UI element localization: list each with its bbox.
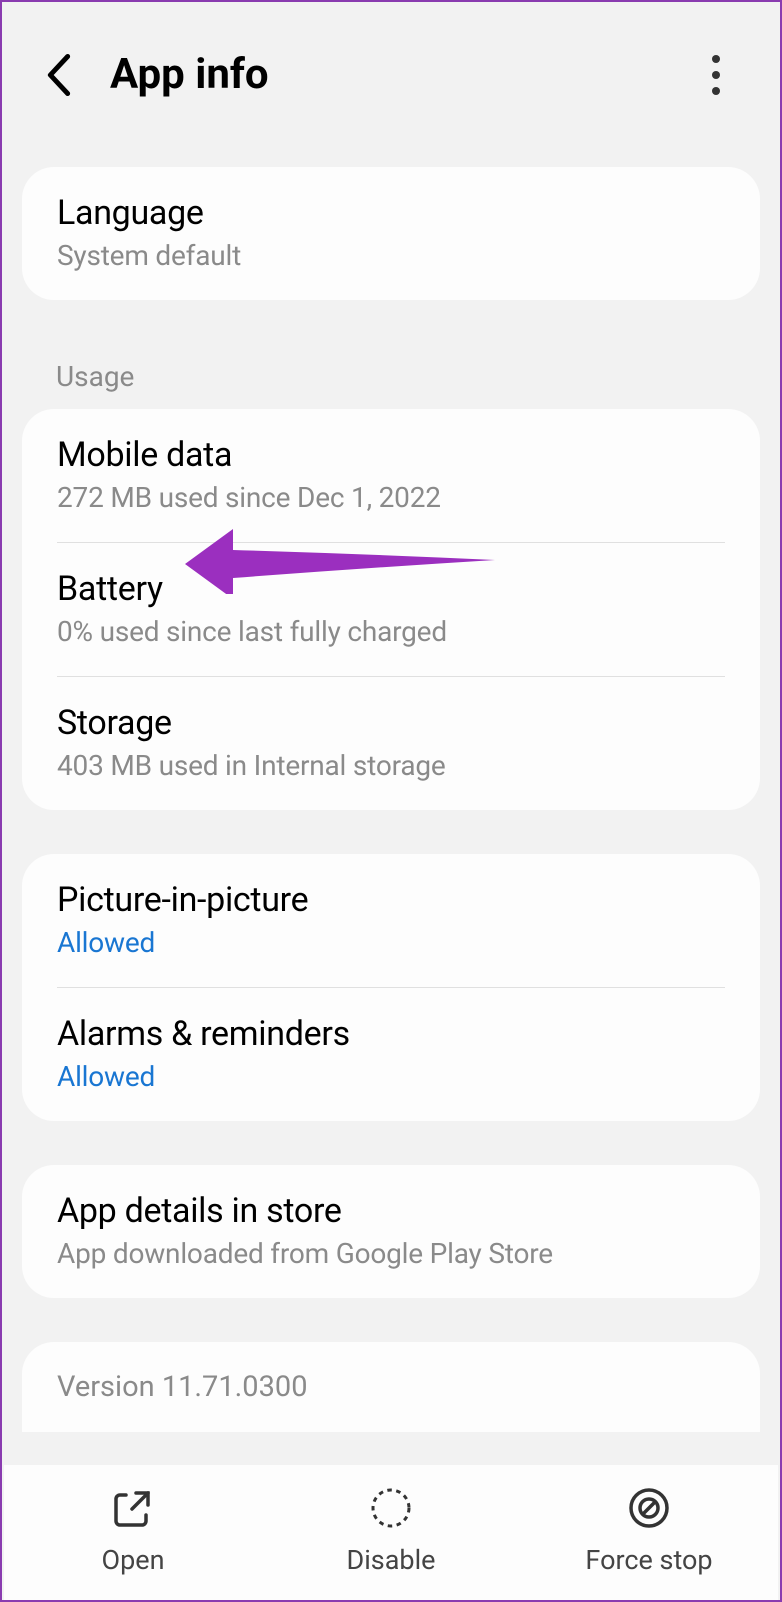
language-item[interactable]: Language System default bbox=[22, 167, 760, 300]
item-title: Storage bbox=[57, 703, 725, 743]
item-title: Alarms & reminders bbox=[57, 1014, 725, 1054]
mobile-data-item[interactable]: Mobile data 272 MB used since Dec 1, 202… bbox=[22, 409, 760, 542]
disable-button[interactable]: Disable bbox=[262, 1482, 520, 1576]
alarms-reminders-item[interactable]: Alarms & reminders Allowed bbox=[22, 988, 760, 1121]
battery-item[interactable]: Battery 0% used since last fully charged bbox=[22, 543, 760, 676]
item-title: App details in store bbox=[57, 1191, 725, 1231]
bottom-label: Disable bbox=[347, 1544, 436, 1576]
store-card: App details in store App downloaded from… bbox=[22, 1165, 760, 1298]
usage-section-header: Usage bbox=[2, 322, 780, 409]
item-subtitle: Allowed bbox=[57, 926, 725, 959]
more-options-icon[interactable] bbox=[702, 45, 730, 105]
bottom-label: Open bbox=[102, 1544, 165, 1576]
item-subtitle: 403 MB used in Internal storage bbox=[57, 749, 725, 782]
item-title: Battery bbox=[57, 569, 725, 609]
item-subtitle: 0% used since last fully charged bbox=[57, 615, 725, 648]
disable-icon bbox=[365, 1482, 417, 1534]
open-button[interactable]: Open bbox=[4, 1482, 262, 1576]
bottom-label: Force stop bbox=[585, 1544, 712, 1576]
item-title: Mobile data bbox=[57, 435, 725, 475]
version-card: Version 11.71.0300 bbox=[22, 1342, 760, 1432]
item-title: Language bbox=[57, 193, 725, 233]
permissions-card: Picture-in-picture Allowed Alarms & remi… bbox=[22, 854, 760, 1121]
usage-card: Mobile data 272 MB used since Dec 1, 202… bbox=[22, 409, 760, 810]
force-stop-button[interactable]: Force stop bbox=[520, 1482, 778, 1576]
open-icon bbox=[107, 1482, 159, 1534]
header: App info bbox=[2, 2, 780, 147]
item-subtitle: 272 MB used since Dec 1, 2022 bbox=[57, 481, 725, 514]
force-stop-icon bbox=[623, 1482, 675, 1534]
item-subtitle: Allowed bbox=[57, 1060, 725, 1093]
app-details-item[interactable]: App details in store App downloaded from… bbox=[22, 1165, 760, 1298]
item-title: Picture-in-picture bbox=[57, 880, 725, 920]
language-card: Language System default bbox=[22, 167, 760, 300]
picture-in-picture-item[interactable]: Picture-in-picture Allowed bbox=[22, 854, 760, 987]
item-subtitle: System default bbox=[57, 239, 725, 272]
item-subtitle: App downloaded from Google Play Store bbox=[57, 1237, 725, 1270]
page-title: App info bbox=[110, 50, 269, 99]
back-icon[interactable] bbox=[42, 58, 76, 92]
bottom-bar: Open Disable Force stop bbox=[4, 1465, 778, 1600]
version-text: Version 11.71.0300 bbox=[22, 1342, 760, 1414]
storage-item[interactable]: Storage 403 MB used in Internal storage bbox=[22, 677, 760, 810]
